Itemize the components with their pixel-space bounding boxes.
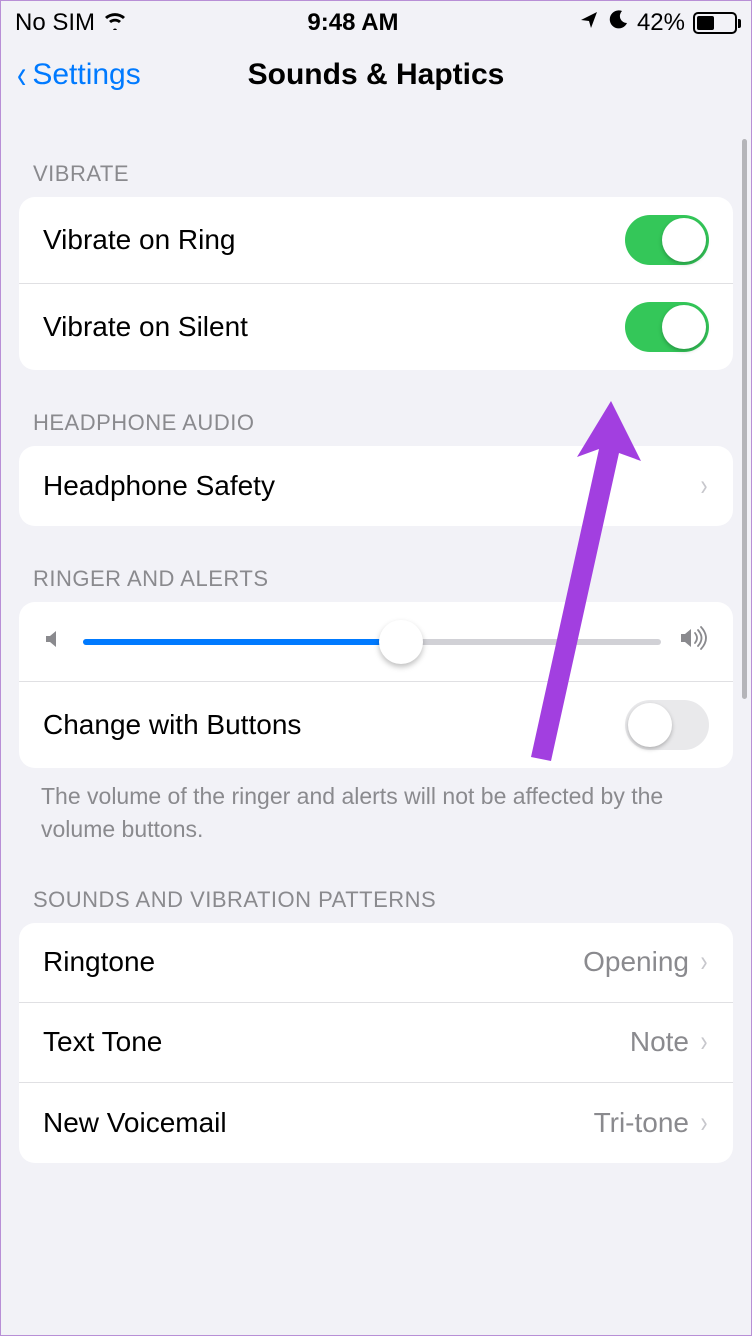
group-headphone-audio: Headphone Safety › <box>19 446 733 526</box>
row-label: Vibrate on Silent <box>43 311 248 343</box>
clock: 9:48 AM <box>307 9 398 37</box>
scroll-indicator[interactable] <box>742 139 747 699</box>
battery-percent: 42% <box>637 9 685 37</box>
row-value: Tri-tone <box>594 1107 689 1139</box>
dnd-moon-icon <box>607 9 629 38</box>
section-header-headphone-audio: HEADPHONE AUDIO <box>11 370 741 446</box>
toggle-change-with-buttons[interactable] <box>625 700 709 750</box>
row-label: Ringtone <box>43 946 155 978</box>
row-headphone-safety[interactable]: Headphone Safety › <box>19 446 733 526</box>
row-change-with-buttons[interactable]: Change with Buttons <box>19 682 733 768</box>
row-value: Note <box>630 1026 689 1058</box>
volume-slider[interactable] <box>83 639 661 645</box>
section-header-vibrate: VIBRATE <box>11 113 741 197</box>
row-label: Change with Buttons <box>43 709 301 741</box>
group-vibrate: Vibrate on Ring Vibrate on Silent <box>19 197 733 370</box>
back-label: Settings <box>32 58 140 92</box>
row-label: Vibrate on Ring <box>43 224 236 256</box>
row-label: New Voicemail <box>43 1107 227 1139</box>
group-ringer-alerts: Change with Buttons <box>19 602 733 768</box>
row-vibrate-on-silent[interactable]: Vibrate on Silent <box>19 284 733 370</box>
chevron-right-icon: › <box>701 945 708 979</box>
scroll-area[interactable]: VIBRATE Vibrate on Ring Vibrate on Silen… <box>1 113 751 1163</box>
carrier-label: No SIM <box>15 9 95 37</box>
section-footer-ringer-alerts: The volume of the ringer and alerts will… <box>11 768 741 847</box>
nav-bar: ‹ Settings Sounds & Haptics <box>1 45 751 113</box>
location-icon <box>579 9 599 37</box>
page-title: Sounds & Haptics <box>248 58 505 92</box>
toggle-vibrate-on-ring[interactable] <box>625 215 709 265</box>
section-header-sounds-patterns: SOUNDS AND VIBRATION PATTERNS <box>11 847 741 923</box>
row-label: Text Tone <box>43 1026 162 1058</box>
chevron-left-icon: ‹ <box>17 55 26 95</box>
battery-icon <box>693 12 737 34</box>
row-vibrate-on-ring[interactable]: Vibrate on Ring <box>19 197 733 284</box>
chevron-right-icon: › <box>701 1025 708 1059</box>
toggle-vibrate-on-silent[interactable] <box>625 302 709 352</box>
row-value: Opening <box>583 946 689 978</box>
row-ringtone[interactable]: Ringtone Opening › <box>19 923 733 1003</box>
back-button[interactable]: ‹ Settings <box>15 55 141 95</box>
group-sounds-patterns: Ringtone Opening › Text Tone Note › New … <box>19 923 733 1163</box>
section-header-ringer-alerts: RINGER AND ALERTS <box>11 526 741 602</box>
chevron-right-icon: › <box>701 469 708 503</box>
speaker-low-icon <box>43 626 65 657</box>
speaker-high-icon <box>679 626 709 657</box>
row-new-voicemail[interactable]: New Voicemail Tri-tone › <box>19 1083 733 1163</box>
row-text-tone[interactable]: Text Tone Note › <box>19 1003 733 1083</box>
slider-thumb[interactable] <box>379 620 423 664</box>
row-label: Headphone Safety <box>43 470 275 502</box>
chevron-right-icon: › <box>701 1106 708 1140</box>
row-volume-slider <box>19 602 733 682</box>
wifi-icon <box>103 9 127 37</box>
status-bar: No SIM 9:48 AM 42% <box>1 1 751 45</box>
